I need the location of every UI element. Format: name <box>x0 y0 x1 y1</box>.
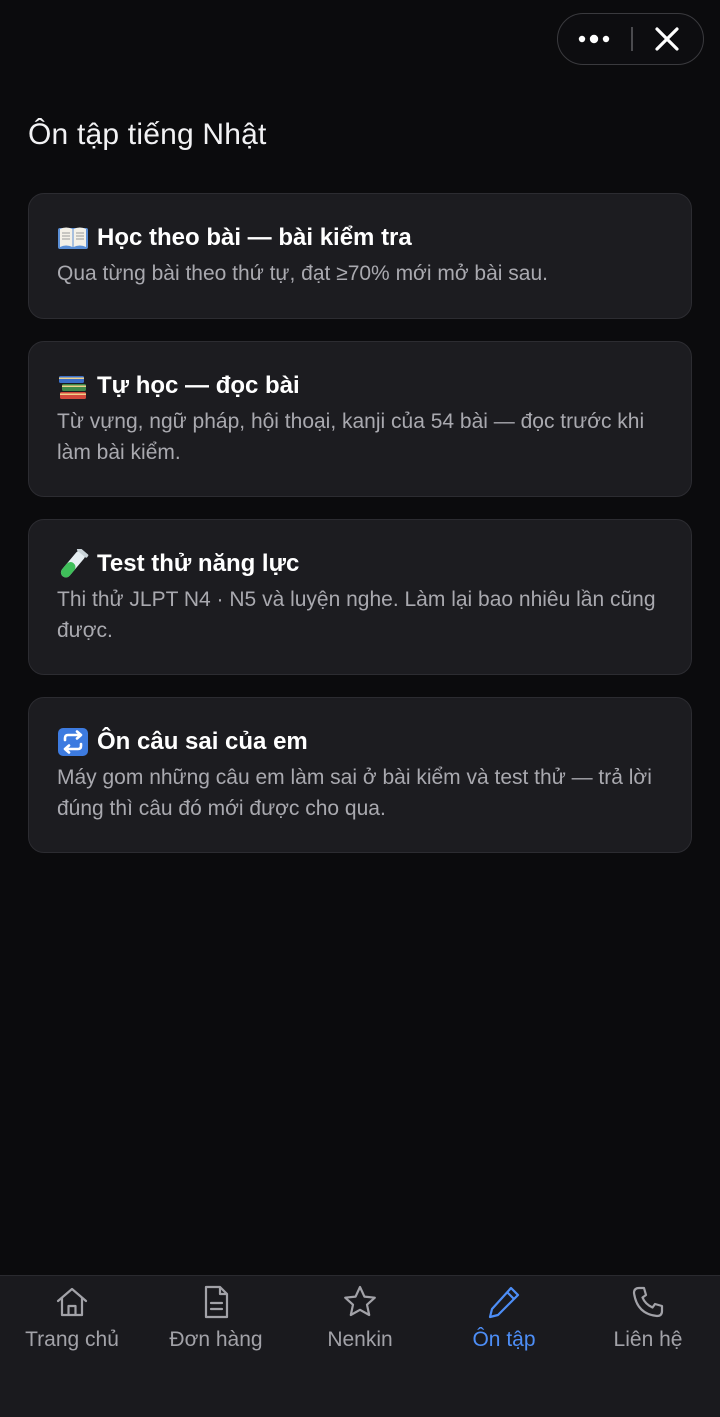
card-lesson-tests[interactable]: Học theo bài — bài kiểm tra Qua từng bài… <box>28 193 692 319</box>
more-button[interactable] <box>558 14 630 64</box>
star-icon <box>344 1285 376 1317</box>
nav-item-home[interactable]: Trang chủ <box>0 1276 144 1376</box>
card-description: Từ vựng, ngữ pháp, hội thoại, kanji của … <box>57 410 645 464</box>
pencil-icon <box>488 1286 520 1319</box>
card-title: Học theo bài — bài kiểm tra <box>97 224 412 251</box>
nav-label: Đơn hàng <box>169 1328 263 1351</box>
card-review-mistakes[interactable]: Ôn câu sai của em Máy gom những câu em l… <box>28 697 692 853</box>
repeat-icon <box>58 728 88 756</box>
more-dots-icon <box>578 34 610 44</box>
nav-item-contact[interactable]: Liên hệ <box>576 1276 720 1376</box>
nav-label: Ôn tập <box>472 1328 536 1351</box>
card-description: Máy gom những câu em làm sai ở bài kiểm … <box>57 766 652 820</box>
nav-label: Trang chủ <box>25 1328 119 1351</box>
card-title: Tự học — đọc bài <box>97 372 300 399</box>
test-tube-icon <box>60 549 89 578</box>
home-icon <box>56 1287 88 1317</box>
nav-label: Liên hệ <box>613 1328 683 1351</box>
nav-label: Nenkin <box>327 1328 393 1351</box>
books-stack-icon <box>59 376 86 399</box>
card-title: Ôn câu sai của em <box>97 728 308 755</box>
phone-icon <box>632 1286 664 1318</box>
page-title: Ôn tập tiếng Nhật <box>28 118 267 151</box>
close-icon <box>655 27 679 51</box>
bottom-nav: Trang chủ Đơn hàng Nenkin Ôn tập Liên hệ <box>0 1275 720 1417</box>
card-title: Test thử năng lực <box>97 550 300 577</box>
card-description: Qua từng bài theo thứ tự, đạt ≥70% mới m… <box>57 262 548 285</box>
nav-item-nenkin[interactable]: Nenkin <box>288 1276 432 1376</box>
card-practice-test[interactable]: Test thử năng lực Thi thử JLPT N4 · N5 v… <box>28 519 692 675</box>
nav-item-orders[interactable]: Đơn hàng <box>144 1276 288 1376</box>
close-button[interactable] <box>631 14 703 64</box>
nav-item-review[interactable]: Ôn tập <box>432 1276 576 1376</box>
card-self-study[interactable]: Tự học — đọc bài Từ vựng, ngữ pháp, hội … <box>28 341 692 497</box>
open-book-icon <box>58 227 88 249</box>
mini-program-capsule <box>557 13 704 65</box>
document-icon <box>204 1285 229 1319</box>
card-description: Thi thử JLPT N4 · N5 và luyện nghe. Làm … <box>57 588 656 642</box>
